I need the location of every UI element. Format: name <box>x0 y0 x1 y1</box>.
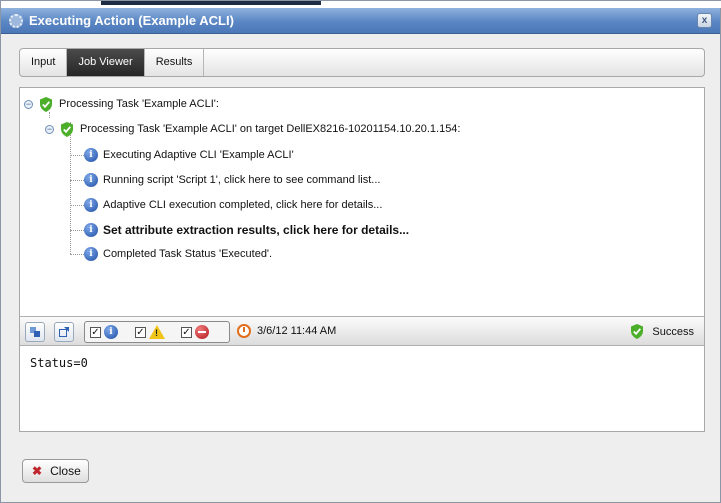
info-icon: i <box>84 198 98 212</box>
close-icon: ✖ <box>32 464 43 478</box>
tree-connector <box>70 180 84 181</box>
tree-connector <box>70 254 84 255</box>
window-title: Executing Action (Example ACLI) <box>29 13 234 28</box>
severity-filters: ✓ i ✓ ! ✓ <box>84 321 230 343</box>
warning-icon: ! <box>149 325 165 339</box>
success-shield-icon <box>631 324 644 339</box>
clock-icon <box>237 324 251 338</box>
refresh-icon <box>30 327 40 337</box>
tree-connector <box>70 205 84 206</box>
close-window-button[interactable]: x <box>697 13 712 28</box>
top-strip <box>1 1 721 8</box>
gear-icon <box>9 13 23 28</box>
tree-item-running-script[interactable]: i Running script 'Script 1', click here … <box>84 171 380 189</box>
dialog-window: Executing Action (Example ACLI) x Input … <box>0 0 721 503</box>
tree-item-label: Completed Task Status 'Executed'. <box>103 248 273 260</box>
title-bar[interactable]: Executing Action (Example ACLI) x <box>1 8 720 34</box>
job-status: Success <box>630 324 694 339</box>
tree-node-label: Processing Task 'Example ACLI' on target… <box>80 123 461 135</box>
open-window-button[interactable] <box>54 322 74 342</box>
tab-input[interactable]: Input <box>20 49 68 76</box>
info-icon: i <box>104 325 118 339</box>
tree-connector <box>70 155 84 156</box>
output-text: Status=0 <box>30 356 88 370</box>
tree-connector <box>70 122 71 254</box>
refresh-button[interactable] <box>25 322 45 342</box>
job-toolbar: ✓ i ✓ ! ✓ 3/6/12 11:44 AM Success <box>20 316 704 346</box>
tab-job-viewer[interactable]: Job Viewer <box>67 49 145 76</box>
job-datetime: 3/6/12 11:44 AM <box>257 325 337 337</box>
job-tree: − Processing Task 'Example ACLI': − Proc… <box>20 88 704 316</box>
job-status-label: Success <box>652 325 694 338</box>
close-button[interactable]: ✖ Close <box>22 459 89 483</box>
info-icon: i <box>84 173 98 187</box>
external-window-icon <box>59 327 69 337</box>
collapse-icon[interactable]: − <box>45 124 54 134</box>
info-icon: i <box>84 247 98 261</box>
tree-item-completed-status[interactable]: i Completed Task Status 'Executed'. <box>84 245 272 263</box>
tree-item-execution-completed[interactable]: i Adaptive CLI execution completed, clic… <box>84 196 382 214</box>
info-icon: i <box>84 223 98 237</box>
tree-node-label: Processing Task 'Example ACLI': <box>59 98 219 110</box>
success-shield-icon <box>40 96 52 112</box>
success-shield-icon <box>61 121 73 137</box>
tree-node-target[interactable]: − Processing Task 'Example ACLI' on targ… <box>45 120 460 138</box>
tree-item-executing[interactable]: i Executing Adaptive CLI 'Example ACLI' <box>84 146 294 164</box>
error-filter-checkbox[interactable]: ✓ <box>181 327 192 338</box>
top-strip-dark <box>101 1 321 5</box>
tree-item-label: Set attribute extraction results, click … <box>103 223 410 237</box>
collapse-icon[interactable]: − <box>24 99 33 109</box>
job-viewer-panel: − Processing Task 'Example ACLI': − Proc… <box>19 87 705 432</box>
tree-node-root[interactable]: − Processing Task 'Example ACLI': <box>24 95 219 113</box>
tree-item-label: Adaptive CLI execution completed, click … <box>103 199 383 211</box>
error-icon <box>195 325 209 339</box>
tree-connector <box>70 230 84 231</box>
tab-results[interactable]: Results <box>145 49 205 76</box>
tree-item-attribute-extraction[interactable]: i Set attribute extraction results, clic… <box>84 221 409 239</box>
tree-item-label: Executing Adaptive CLI 'Example ACLI' <box>103 149 294 161</box>
close-button-label: Close <box>50 464 81 478</box>
info-filter-checkbox[interactable]: ✓ <box>90 327 101 338</box>
tree-item-label: Running script 'Script 1', click here to… <box>103 174 381 186</box>
info-icon: i <box>84 148 98 162</box>
tab-bar: Input Job Viewer Results <box>19 48 705 77</box>
warning-filter-checkbox[interactable]: ✓ <box>135 327 146 338</box>
